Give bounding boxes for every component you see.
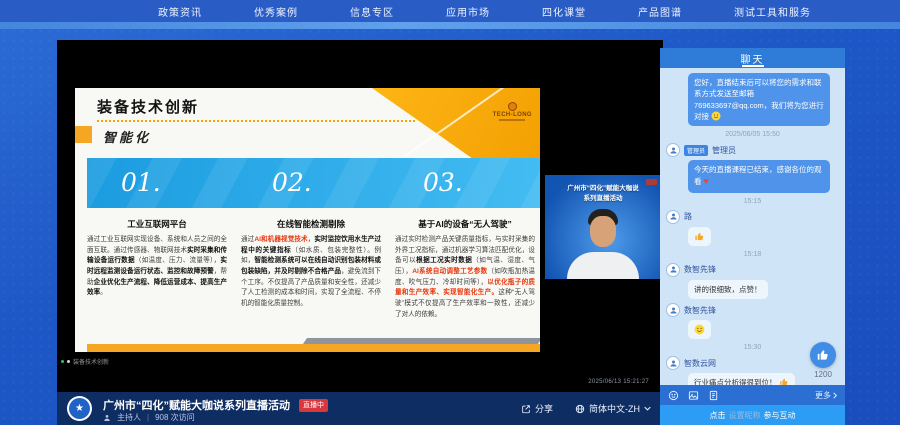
user-avatar-icon <box>666 356 680 370</box>
video-player[interactable]: TECH-LONG 装备技术创新 智能化 01. 02. 03. 工业互联网平台… <box>57 40 663 392</box>
live-badge: 直播中 <box>299 399 328 412</box>
chat-user-row: 路 <box>666 210 839 224</box>
column-body: 通过工业互联网实现设备、系统和人员之间的全面互联。通过传感器、物联网技术实时采集… <box>87 235 227 299</box>
like-count: 1200 <box>810 370 836 379</box>
nav-item-product-map[interactable]: 产品图谱 <box>638 4 682 19</box>
info-bar-actions: 分享 简体中文-ZH <box>521 392 651 425</box>
username: 路 <box>684 211 692 222</box>
slide-number-2: 02. <box>238 158 389 208</box>
slide-number-band: 01. 02. 03. <box>87 158 540 208</box>
stream-title: 广州市“四化”赋能大咖说系列直播活动直播中 <box>103 397 328 413</box>
stream-meta: 主持人 | 908 次访问 <box>103 412 195 423</box>
tab-chat[interactable]: 聊天 <box>741 51 765 66</box>
slide-subtitle: 智能化 <box>103 127 151 146</box>
chat-panel: 聊天 您好，直播结束后可以将您的需求和联系方式发送至邮箱769633697@qq… <box>660 48 845 425</box>
column-body: 通过AI和机器视觉技术，实时监控饮用水生产过程中的关键指标（如水质、包装完整性）… <box>241 235 381 310</box>
chat-message: 今天的直播课程已结束，感谢各位的观看♥ <box>688 160 830 193</box>
nav-accent-strip <box>0 22 900 29</box>
chevron-down-icon <box>644 406 651 411</box>
host-label: 主持人 <box>117 412 141 423</box>
chat-header: 聊天 <box>660 48 845 68</box>
status-dot-icon <box>61 360 64 363</box>
host-avatar: ★ <box>67 396 92 421</box>
chat-timestamp: 15:18 <box>666 251 839 258</box>
slide-subtitle-marker <box>75 126 92 143</box>
username: 数智先锋 <box>684 305 716 316</box>
live-stream-page: 政策资讯 优秀案例 信息专区 应用市场 四化课堂 产品图谱 测试工具和服务 TE… <box>0 0 900 425</box>
tech-long-logo: TECH-LONG <box>493 102 532 121</box>
chat-message: 您好，直播结束后可以将您的需求和联系方式发送至邮箱769633697@qq.co… <box>688 73 830 126</box>
smiley-icon[interactable] <box>668 390 679 401</box>
presentation-slide: TECH-LONG 装备技术创新 智能化 01. 02. 03. 工业互联网平台… <box>75 88 540 352</box>
chat-message <box>688 227 711 246</box>
column-heading: 在线智能检测剔除 <box>241 218 381 230</box>
slide-number-3: 03. <box>389 158 540 208</box>
slide-column-ai-unmanned: 基于AI的设备“无人驾驶” 通过实时检测产品关键质量指标，与实时采集的外界工况指… <box>395 218 535 320</box>
slide-columns: 工业互联网平台 通过工业互联网实现设备、系统和人员之间的全面互联。通过传感器、物… <box>87 218 535 320</box>
like-button[interactable]: 1200 <box>810 342 836 379</box>
slide-column-online-detection: 在线智能检测剔除 通过AI和机器视觉技术，实时监控饮用水生产过程中的关键指标（如… <box>241 218 381 320</box>
nav-item-excellent-cases[interactable]: 优秀案例 <box>254 4 298 19</box>
announcement-icon[interactable] <box>708 390 719 401</box>
stream-info-bar: ★ 广州市“四化”赋能大咖说系列直播活动直播中 主持人 | 908 次访问 分享 <box>57 392 663 425</box>
chat-user-row: 管理员 管理员 <box>666 143 839 157</box>
slide-number-1: 01. <box>87 158 238 208</box>
smiley-emoji-icon <box>711 111 721 121</box>
heart-emoji-icon: ♥ <box>704 176 709 186</box>
share-icon <box>521 404 531 414</box>
person-icon <box>103 414 111 422</box>
nav-item-info-zone[interactable]: 信息专区 <box>350 4 394 19</box>
nav-item-sihua-classroom[interactable]: 四化课堂 <box>542 4 586 19</box>
chat-timestamp: 15:15 <box>666 198 839 205</box>
webcam-logo-mark <box>646 179 657 185</box>
nickname-link[interactable]: 设置昵称 <box>729 410 761 421</box>
chat-message: 行业痛点分析得很到位！ <box>688 373 795 385</box>
user-avatar-icon <box>666 143 680 157</box>
slide-column-industrial-internet: 工业互联网平台 通过工业互联网实现设备、系统和人员之间的全面互联。通过传感器、物… <box>87 218 227 320</box>
thumbs-up-icon[interactable] <box>810 342 836 368</box>
slide-title: 装备技术创新 <box>97 96 199 117</box>
username: 数智先锋 <box>684 264 716 275</box>
chat-timestamp: 2025/06/05 15:50 <box>666 131 839 138</box>
chat-message <box>688 320 711 339</box>
chat-toolbar: 更多 <box>660 385 845 405</box>
chat-message-list[interactable]: 您好，直播结束后可以将您的需求和联系方式发送至邮箱769633697@qq.co… <box>660 68 845 385</box>
more-button[interactable]: 更多 <box>815 390 837 401</box>
share-button[interactable]: 分享 <box>521 402 553 415</box>
globe-icon <box>575 404 585 414</box>
chat-user-row: 数智先锋 <box>666 303 839 317</box>
tab-active-underline <box>742 65 764 67</box>
set-nickname-button[interactable]: 点击 设置昵称 参与互动 <box>660 405 845 425</box>
video-overlay-caption: 装备技术创新 <box>61 357 109 366</box>
thumbs-up-emoji-icon <box>694 231 705 242</box>
user-avatar-icon <box>666 210 680 224</box>
chat-user-row: 数智先锋 <box>666 263 839 277</box>
visit-count: 908 次访问 <box>155 412 195 423</box>
tech-long-logo-icon <box>508 102 517 111</box>
user-avatar-icon <box>666 263 680 277</box>
username: 管理员 <box>712 145 736 156</box>
webcam-backdrop-caption: 广州市“四化”赋能大咖说 系列直播活动 <box>545 184 661 205</box>
thumbs-up-emoji-icon <box>779 377 789 385</box>
top-nav: 政策资讯 优秀案例 信息专区 应用市场 四化课堂 产品图谱 测试工具和服务 <box>0 0 900 22</box>
username: 智数云网 <box>684 358 716 369</box>
nav-item-policy-news[interactable]: 政策资讯 <box>158 4 202 19</box>
slide-title-rule <box>97 120 415 122</box>
language-selector[interactable]: 简体中文-ZH <box>575 402 651 415</box>
admin-badge: 管理员 <box>684 145 708 156</box>
status-dot-icon <box>67 360 70 363</box>
image-icon[interactable] <box>688 390 699 401</box>
video-timestamp-watermark: 2025/06/13 15:21:27 <box>588 379 649 385</box>
nav-item-app-market[interactable]: 应用市场 <box>446 4 490 19</box>
column-body: 通过实时检测产品关键质量指标，与实时采集的外界工况指标，通过机器学习算法匹配优化… <box>395 235 535 320</box>
speaker-webcam-overlay: 广州市“四化”赋能大咖说 系列直播活动 <box>545 175 661 279</box>
smiley-emoji-icon <box>694 324 705 335</box>
chevron-right-icon <box>833 392 837 399</box>
nav-item-test-tools[interactable]: 测试工具和服务 <box>734 4 811 19</box>
slide-bottom-orange-band <box>87 344 540 352</box>
chat-message: 讲的很细致，点赞！ <box>688 280 768 299</box>
user-avatar-icon <box>666 303 680 317</box>
column-heading: 基于AI的设备“无人驾驶” <box>395 218 535 230</box>
column-heading: 工业互联网平台 <box>87 218 227 230</box>
